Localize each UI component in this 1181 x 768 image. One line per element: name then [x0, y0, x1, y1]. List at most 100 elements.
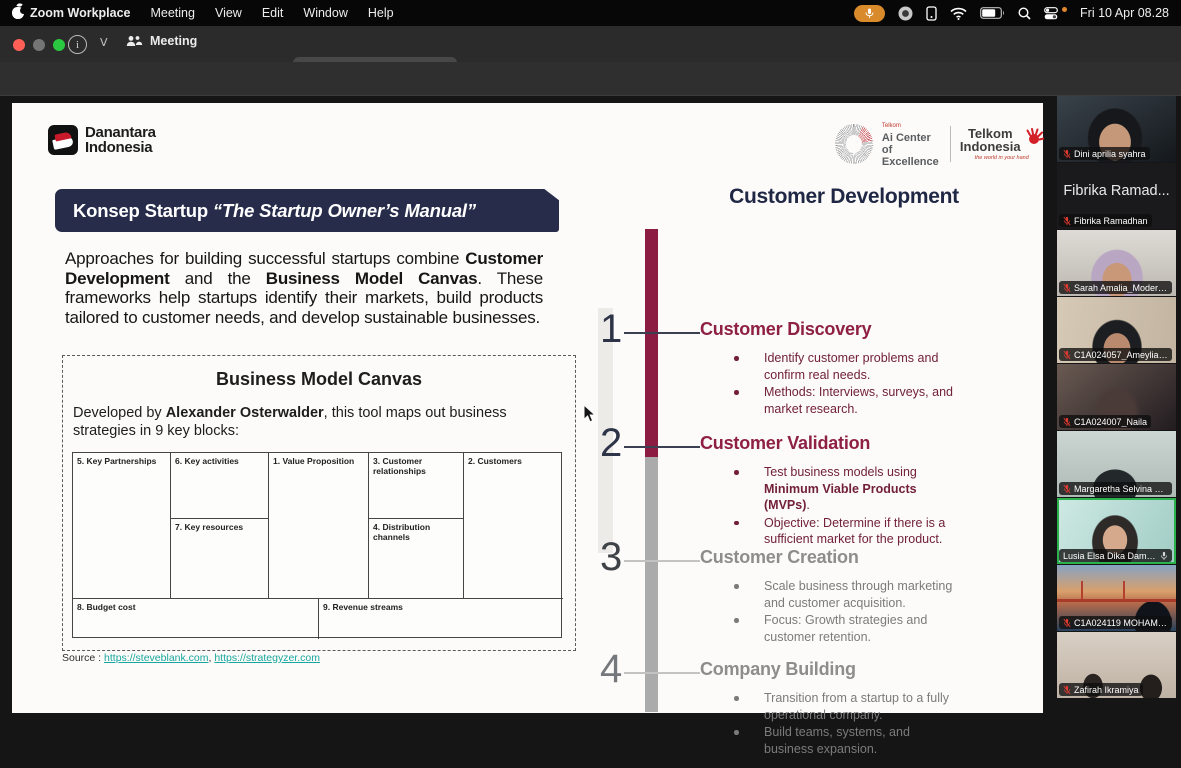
telkom-logo-text-2: Indonesia	[960, 140, 1021, 153]
section-bullets: Transition from a startup to a fully ope…	[700, 690, 958, 757]
participant-tile[interactable]: C1A024007_Naila	[1057, 364, 1176, 430]
ai-coe-text-1: Ai Center of	[882, 132, 941, 156]
danantara-logo-text-1: Danantara	[85, 125, 156, 140]
participant-tile[interactable]: Lusia Elsa Dika Damayanty	[1057, 498, 1176, 564]
bullet-item: Scale business through marketing and cus…	[700, 578, 958, 611]
bullet-item: Build teams, systems, and business expan…	[700, 724, 958, 757]
participant-display-name: Fibrika Ramad...	[1057, 183, 1176, 199]
close-window-button[interactable]	[13, 39, 25, 51]
participants-sidebar: Dini aprilia syahraFibrika Ramad...Fibri…	[1057, 96, 1176, 698]
bmc-cell-budget-cost: 8. Budget cost	[73, 599, 319, 639]
source-link-strategyzer[interactable]: https://strategyzer.com	[214, 652, 320, 664]
section-customer-discovery: 1 Customer Discovery Identify customer p…	[700, 315, 1000, 418]
ai-coe-telkom-text: Telkom	[882, 120, 941, 132]
section-number: 3	[600, 537, 622, 577]
participant-tile[interactable]: Zafirah Ikramiya	[1057, 632, 1176, 698]
battery-icon[interactable]	[980, 7, 1005, 19]
bullet-item: Transition from a startup to a fully ope…	[700, 690, 958, 723]
muted-mic-icon	[1063, 417, 1071, 427]
chevron-down-icon[interactable]: ᐯ	[100, 36, 108, 49]
participant-tile[interactable]: C1A024057_Ameylia Fa...	[1057, 297, 1176, 363]
section-bullets: Identify customer problems and confirm r…	[700, 350, 958, 417]
ai-coe-logo-icon	[835, 124, 873, 164]
control-center-icon[interactable]	[1044, 7, 1058, 20]
section-customer-validation: 2 Customer Validation Test business mode…	[700, 429, 1000, 549]
notification-dot	[1062, 7, 1067, 12]
meeting-info-icon[interactable]: i	[68, 35, 87, 54]
section-customer-creation: 3 Customer Creation Scale business throu…	[700, 543, 1000, 646]
participant-tile[interactable]: C1A024119 MOHAMMA...	[1057, 565, 1176, 631]
danantara-logo: Danantara Indonesia	[48, 125, 156, 155]
section-company-building: 4 Company Building Transition from a sta…	[700, 655, 1000, 758]
bmc-heading: Business Model Canvas	[63, 369, 575, 390]
muted-mic-icon	[1063, 350, 1071, 360]
section-title: Customer Discovery	[700, 315, 1000, 340]
minimize-window-button[interactable]	[33, 39, 45, 51]
fullscreen-window-button[interactable]	[53, 39, 65, 51]
source-line: Source : https://steveblank.com, https:/…	[62, 652, 320, 664]
muted-mic-icon	[1063, 149, 1071, 159]
muted-mic-icon	[1063, 216, 1071, 226]
source-link-steveblank[interactable]: https://steveblank.com	[104, 652, 208, 664]
muted-mic-icon	[1063, 685, 1071, 695]
participant-tile[interactable]: Dini aprilia syahra	[1057, 96, 1176, 162]
telkom-hand-icon	[1024, 127, 1044, 147]
ai-coe-text-2: Excellence	[882, 156, 941, 168]
section-title: Customer Validation	[700, 429, 1000, 454]
mic-icon	[1160, 551, 1168, 561]
menu-help[interactable]: Help	[368, 6, 394, 20]
telkom-tagline: the world in your hand	[975, 155, 1029, 161]
partner-logos: Telkom Ai Center of Excellence Telkom In…	[835, 120, 1044, 168]
bmc-cell-customers: 2. Customers	[464, 453, 563, 599]
source-label: Source :	[62, 652, 101, 664]
intro-paragraph: Approaches for building successful start…	[65, 249, 543, 327]
meeting-tab[interactable]: Meeting	[126, 34, 197, 48]
participant-name-label: Fibrika Ramadhan	[1059, 214, 1152, 227]
menu-window[interactable]: Window	[303, 6, 347, 20]
participant-name-label: Margaretha Selvina W_...	[1059, 482, 1172, 495]
wifi-icon[interactable]	[950, 7, 967, 20]
spotlight-search-icon[interactable]	[1018, 7, 1031, 20]
display-icon[interactable]	[926, 6, 937, 21]
menu-zoom-workplace[interactable]: Zoom Workplace	[30, 6, 130, 20]
participant-name-label: Dini aprilia syahra	[1059, 147, 1150, 160]
logo-divider	[950, 126, 951, 162]
danantara-logo-text-2: Indonesia	[85, 140, 156, 155]
participant-name-label: C1A024119 MOHAMMA...	[1059, 616, 1172, 629]
presentation-slide: Danantara Indonesia Telkom Ai Center of …	[12, 103, 1043, 713]
section-title: Company Building	[700, 655, 1000, 680]
slide-title-normal: Konsep Startup	[73, 200, 213, 221]
bmc-cell-key-resources: 7. Key resources	[171, 519, 269, 599]
window-toolbar-strip	[0, 62, 1181, 96]
bmc-cell-value-proposition: 1. Value Proposition	[269, 453, 369, 599]
menu-edit[interactable]: Edit	[262, 6, 284, 20]
microphone-active-icon[interactable]	[854, 5, 885, 22]
section-connector-line	[624, 332, 700, 334]
menu-view[interactable]: View	[215, 6, 242, 20]
section-title: Customer Creation	[700, 543, 1000, 568]
menu-bar-clock[interactable]: Fri 10 Apr 08.28	[1080, 6, 1169, 20]
participant-tile[interactable]: Fibrika Ramad... Fibrika Ramadhan	[1057, 163, 1176, 229]
customer-development-heading: Customer Development	[694, 185, 994, 209]
bmc-canvas-table: 5. Key Partnerships 6. Key activities 7.…	[72, 452, 562, 638]
bmc-cell-key-partnerships: 5. Key Partnerships	[73, 453, 171, 599]
bullet-item: Identify customer problems and confirm r…	[700, 350, 958, 383]
screen-record-icon[interactable]	[898, 6, 913, 21]
apple-menu-icon[interactable]	[12, 7, 24, 19]
meeting-tab-label: Meeting	[150, 34, 197, 48]
bmc-cell-key-activities: 6. Key activities	[171, 453, 269, 519]
zoom-window-titlebar: i ᐯ Meeting Da Dini aprilia syahra's scr…	[0, 26, 1181, 62]
section-bullets: Scale business through marketing and cus…	[700, 578, 958, 645]
bullet-item: Methods: Interviews, surveys, and market…	[700, 384, 958, 417]
section-connector-line	[624, 672, 700, 674]
telkom-indonesia-logo: Telkom Indonesia the world in your hand	[960, 127, 1044, 161]
participant-tile[interactable]: Sarah Amalia_Moderator	[1057, 230, 1176, 296]
participant-name-label: C1A024057_Ameylia Fa...	[1059, 348, 1172, 361]
muted-mic-icon	[1063, 484, 1071, 494]
muted-mic-icon	[1063, 283, 1071, 293]
muted-mic-icon	[1063, 618, 1071, 628]
menu-meeting[interactable]: Meeting	[150, 6, 194, 20]
bullet-item: Focus: Growth strategies and customer re…	[700, 612, 958, 645]
participant-tile[interactable]: Margaretha Selvina W_...	[1057, 431, 1176, 497]
section-connector-line	[624, 560, 700, 562]
